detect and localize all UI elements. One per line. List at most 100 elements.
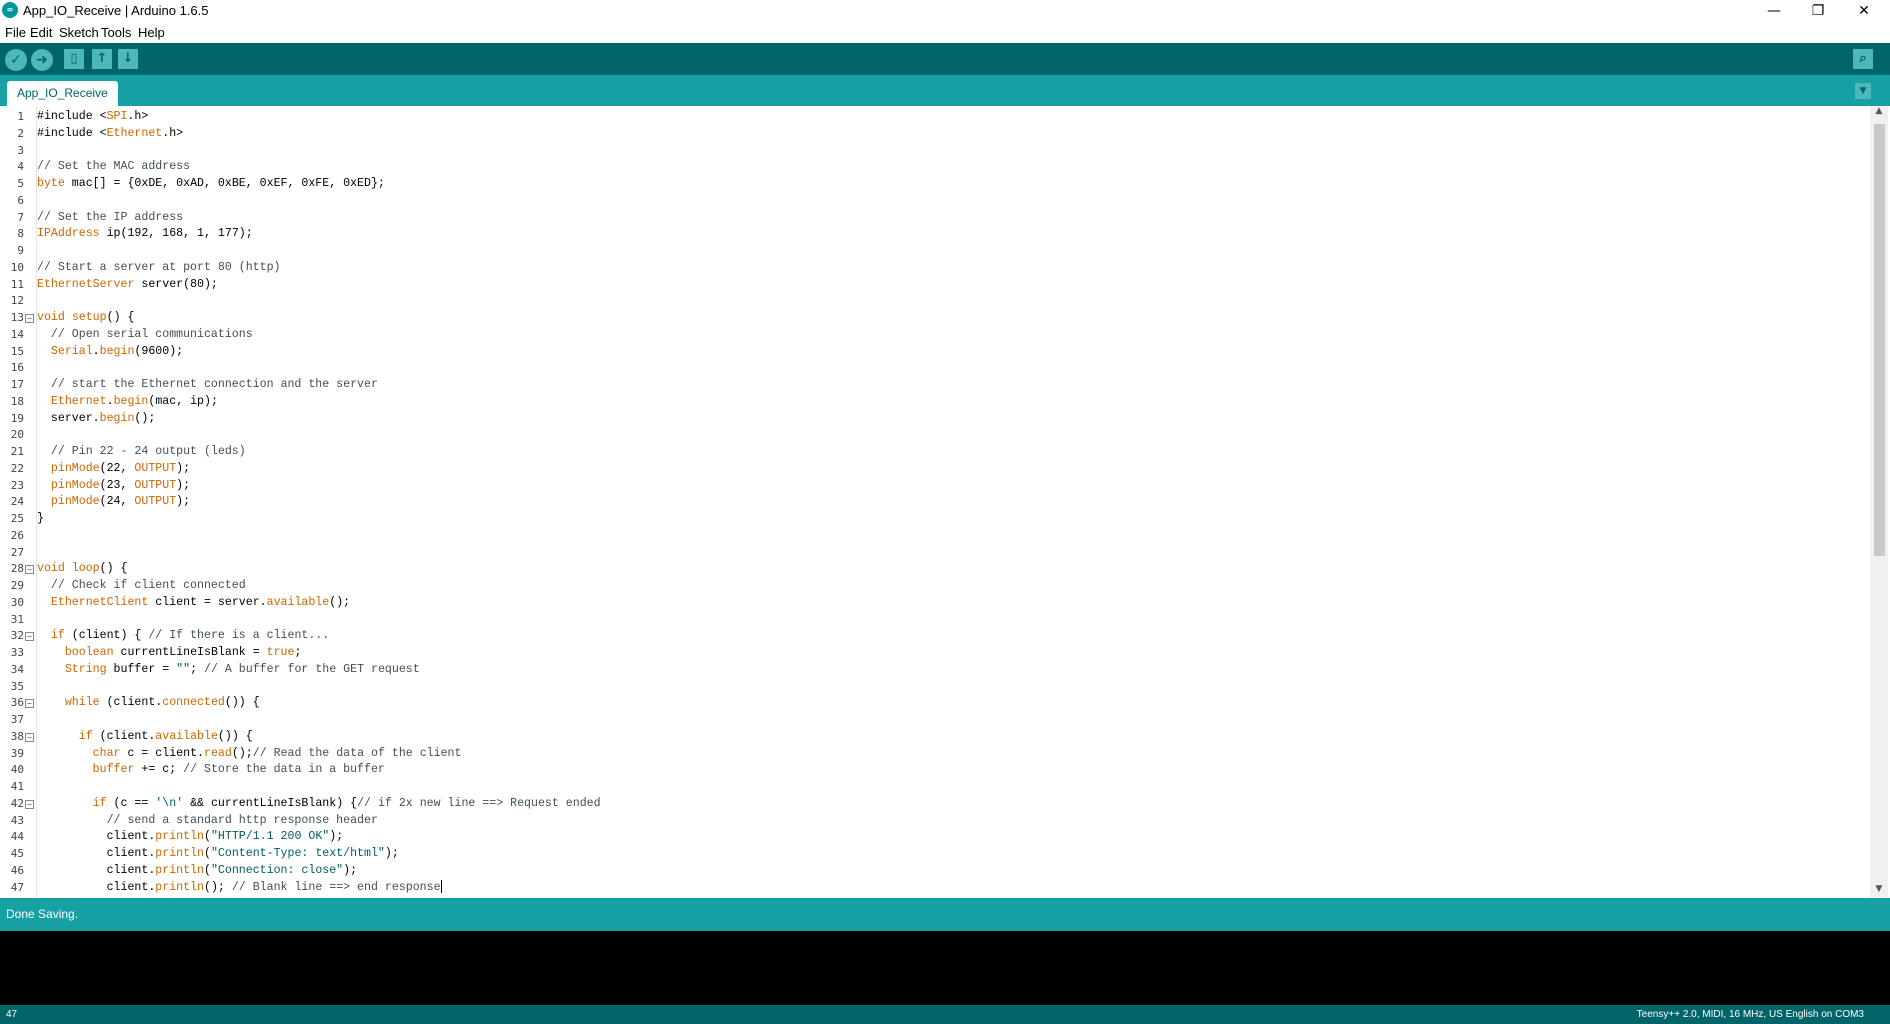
upload-button[interactable]: ➜ [31,49,53,71]
close-button[interactable]: ✕ [1842,0,1886,22]
fold-toggle-icon[interactable]: − [25,799,34,809]
code-line[interactable]: // start the Ethernet connection and the… [37,377,378,394]
scrollbar-thumb[interactable] [1874,124,1885,556]
new-sketch-button[interactable]: ▯ [64,49,84,69]
code-editor[interactable]: 1 2 3 4 5 6 7 8 9 10 11 12 13−14 15 16 17 18 19 20 21 22 23 24… [0,106,1890,898]
code-line[interactable]: if (client.available()) { [37,729,253,746]
code-token: += c; [134,763,184,777]
code-token: (client. [92,729,156,743]
code-line[interactable]: // Pin 22 - 24 output (leds) [37,444,246,461]
fold-toggle-icon[interactable]: − [25,314,34,323]
code-line[interactable]: EthernetClient client = server.available… [37,595,350,612]
code-token: String [64,662,107,676]
current-line-number: 47 [6,1009,18,1020]
code-token: "HTTP/1.1 200 OK" [210,830,330,844]
code-token: Serial [50,344,93,358]
code-token: OUTPUT [134,495,177,509]
vertical-scrollbar[interactable]: ▲ ▼ [1870,106,1888,898]
code-line[interactable]: void loop() { [37,561,128,578]
scroll-up-arrow-icon[interactable]: ▲ [1870,106,1888,120]
menu-sketch[interactable]: Sketch [59,25,99,40]
code-line[interactable]: while (client.connected()) { [37,695,260,712]
verify-button[interactable]: ✓ [5,49,27,71]
fold-toggle-icon[interactable]: − [25,632,34,642]
tab-menu-button[interactable]: ▼ [1855,83,1871,99]
code-line[interactable]: pinMode(24, OUTPUT); [37,494,190,511]
fold-toggle-icon[interactable]: − [25,732,34,742]
code-token: currentLineIsBlank = [113,646,267,659]
chevron-down-icon: ▼ [1859,86,1867,96]
line-number: 1 [17,110,24,123]
menu-help[interactable]: Help [138,25,165,40]
code-line[interactable]: } [37,511,44,528]
code-token: println [155,830,204,844]
code-line[interactable]: Serial.begin(9600); [37,344,183,361]
code-token: SPI [106,110,128,123]
menu-tools[interactable]: Tools [101,25,131,40]
code-line[interactable]: IPAddress ip(192, 168, 1, 177); [37,226,253,243]
code-line[interactable]: String buffer = ""; // A buffer for the … [37,662,420,679]
save-sketch-button[interactable]: ↓ [118,49,138,69]
console-output[interactable] [0,931,1890,1005]
code-line[interactable]: Ethernet.begin(mac, ip); [37,394,218,411]
code-line[interactable]: client.println("Content-Type: text/html"… [37,846,399,863]
code-token: // Open serial communications [37,327,253,341]
code-line[interactable]: pinMode(23, OUTPUT); [37,478,190,495]
line-number: 10 [10,260,24,274]
code-line[interactable]: // Set the IP address [37,210,183,227]
code-token: (9600); [134,344,184,358]
code-line[interactable]: buffer += c; // Store the data in a buff… [37,762,385,779]
status-bar: Done Saving. [0,898,1890,931]
code-line[interactable]: char c = client.read();// Read the data … [37,746,462,763]
code-token: server(80); [134,277,218,291]
code-line[interactable]: if (c == '\n' && currentLineIsBlank) {//… [37,796,601,813]
code-line[interactable]: #include <Ethernet.h> [37,126,183,143]
code-line[interactable]: // send a standard http response header [37,813,378,830]
code-line[interactable]: byte mac[] = {0xDE, 0xAD, 0xBE, 0xEF, 0x… [37,176,385,193]
menu-edit[interactable]: Edit [30,25,52,40]
maximize-button[interactable]: ❐ [1796,0,1840,22]
code-line[interactable]: client.println("Connection: close"); [37,863,358,880]
code-line[interactable]: boolean currentLineIsBlank = true; [37,645,302,662]
code-token: buffer [92,763,135,777]
code-line[interactable]: void setup() { [37,310,134,327]
code-line[interactable]: server.begin(); [37,411,155,428]
code-line[interactable]: EthernetServer server(80); [37,277,218,294]
line-number-gutter: 1 2 3 4 5 6 7 8 9 10 11 12 13−14 15 16 17 18 19 20 21 22 23 24… [0,106,37,898]
code-line[interactable]: client.println("HTTP/1.1 200 OK"); [37,829,344,846]
menu-file[interactable]: File [5,25,26,40]
line-number: 44 [10,830,24,844]
line-number: 22 [10,461,24,475]
code-line[interactable]: pinMode(22, OUTPUT); [37,461,190,478]
code-line[interactable]: client.println(); // Blank line ==> end … [37,879,442,897]
code-line[interactable]: #include <SPI.h> [37,109,148,126]
code-token: true [266,646,295,659]
fold-toggle-icon[interactable]: − [25,699,34,709]
line-number: 25 [10,512,24,525]
fold-toggle-icon[interactable]: − [25,565,34,575]
line-number: 8 [17,227,24,241]
down-arrow-icon: ↓ [122,51,134,66]
code-line[interactable]: // Check if client connected [37,578,246,595]
open-sketch-button[interactable]: ↑ [92,49,112,69]
footer-bar: 47 Teensy++ 2.0, MIDI, 16 MHz, US Englis… [0,1005,1890,1024]
code-token: byte [37,177,65,190]
tab-app-io-receive[interactable]: App_IO_Receive [7,81,118,106]
code-token: OUTPUT [134,461,177,475]
code-token: begin [113,394,149,408]
code-line[interactable]: // Start a server at port 80 (http) [37,260,281,277]
code-line[interactable]: if (client) { // If there is a client... [37,628,329,645]
code-line[interactable]: // Open serial communications [37,327,253,344]
line-number: 33 [10,646,24,659]
code-token: client. [37,863,156,877]
line-number: 17 [10,378,24,391]
scroll-down-arrow-icon[interactable]: ▼ [1870,884,1888,898]
minimize-button[interactable]: — [1752,0,1796,22]
serial-monitor-button[interactable]: ⌕ [1853,49,1873,69]
code-line[interactable]: // Set the MAC address [37,159,190,176]
line-number: 20 [10,428,24,442]
